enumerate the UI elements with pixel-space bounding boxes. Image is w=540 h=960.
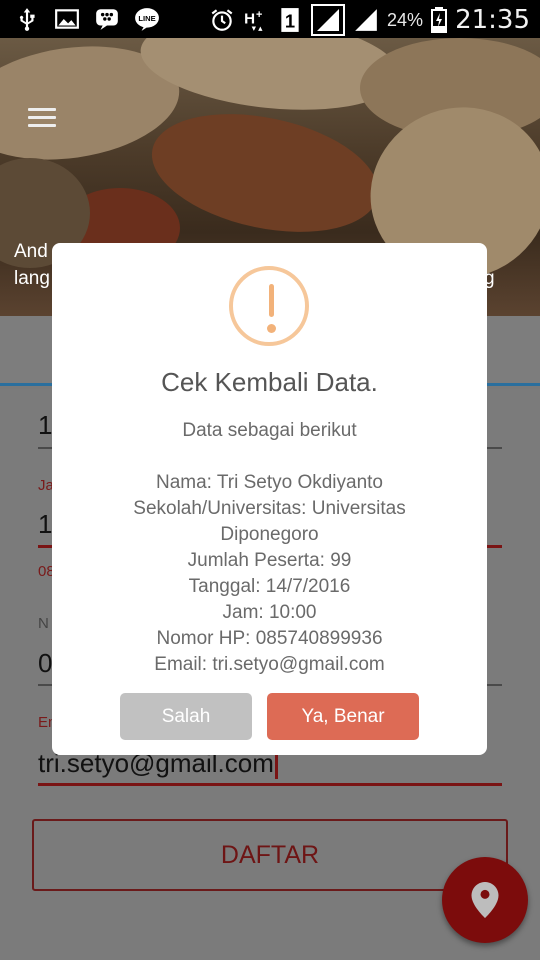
detail-name: Nama: Tri Setyo Okdiyanto: [155, 472, 384, 493]
detail-time: Jam: 10:00: [222, 602, 317, 623]
detail-school: Sekolah/Universitas: Universitas: [133, 498, 406, 519]
text-caret: [274, 751, 278, 780]
clock: 21:35: [455, 5, 530, 35]
dialog-details: Nama: Tri Setyo Okdiyanto Sekolah/Univer…: [52, 470, 487, 678]
image-icon: [55, 9, 79, 29]
detail-email: Email: tri.setyo@gmail.com: [154, 654, 385, 675]
signal-icon: [311, 4, 346, 36]
daftar-button[interactable]: DAFTAR: [32, 819, 508, 891]
detail-date: Tanggal: 14/7/2016: [188, 576, 351, 597]
alarm-icon: [211, 9, 233, 31]
battery-icon: [431, 7, 448, 33]
hplus-icon: H +: [244, 9, 263, 31]
dialog-title: Cek Kembali Data.: [161, 367, 378, 397]
email-underline: [38, 783, 502, 786]
line-icon: LINE: [135, 8, 159, 31]
warning-icon: [229, 266, 309, 346]
svg-text:1: 1: [285, 11, 295, 32]
sim1-icon: 1: [281, 8, 299, 32]
caption-line2: lang: [14, 268, 50, 289]
confirm-dialog: Cek Kembali Data. Data sebagai berikut N…: [52, 243, 487, 755]
detail-phone: Nomor HP: 085740899936: [156, 628, 383, 649]
svg-text:H: H: [244, 10, 255, 27]
field3-label: N: [38, 615, 49, 632]
ya-benar-button[interactable]: Ya, Benar: [267, 693, 419, 740]
field3-value[interactable]: 0: [38, 648, 52, 679]
bbm-icon: [96, 9, 118, 30]
svg-text:LINE: LINE: [138, 14, 155, 23]
menu-icon[interactable]: [28, 108, 56, 128]
location-fab[interactable]: [442, 857, 528, 943]
field2-value[interactable]: 1: [38, 509, 52, 540]
location-pin-icon: [471, 882, 499, 918]
detail-participants: Jumlah Peserta: 99: [187, 550, 352, 571]
salah-button[interactable]: Salah: [120, 693, 252, 740]
usb-icon: [19, 8, 35, 31]
field1-value[interactable]: 1: [38, 410, 52, 441]
status-bar: LINE H + 1 24% 21:35: [0, 0, 540, 38]
detail-school-cont: Diponegoro: [220, 524, 319, 545]
svg-text:+: +: [256, 9, 262, 21]
caption-line1: And: [14, 241, 48, 262]
signal2-icon: [355, 9, 377, 31]
battery-percent: 24%: [387, 9, 424, 30]
dialog-subtitle: Data sebagai berikut: [182, 420, 357, 441]
